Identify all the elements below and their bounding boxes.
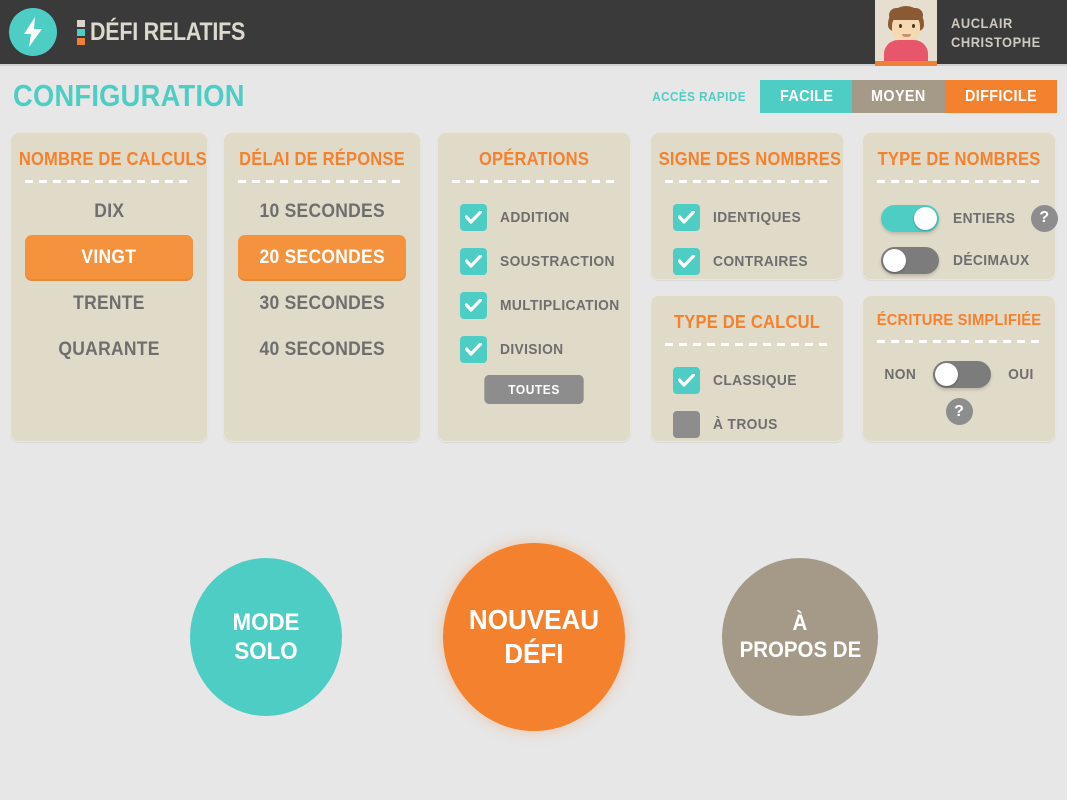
panel-title: NOMBRE DE CALCULS: [18, 149, 207, 169]
toggle-row-entiers: ENTIERS ?: [881, 197, 1058, 239]
checkbox-row-division[interactable]: DIVISION: [460, 327, 630, 371]
toggle-row-decimaux: DÉCIMAUX: [881, 239, 1055, 281]
lightning-bolt-icon: [24, 17, 42, 47]
checkbox-label: DIVISION: [500, 340, 564, 358]
panel-type-de-calcul: TYPE DE CALCUL CLASSIQUE À TROUS: [650, 295, 844, 442]
panel-title: ÉCRITURE SIMPLIFIÉE: [876, 312, 1042, 329]
toggle-entiers[interactable]: [881, 204, 939, 232]
checkbox-label: CLASSIQUE: [713, 371, 797, 389]
check-icon: [465, 254, 482, 268]
difficulty-segmented-control: FACILE MOYEN DIFFICILE: [760, 80, 1057, 113]
checkbox-multiplication[interactable]: [460, 291, 487, 319]
check-icon: [678, 373, 695, 387]
checkbox-row-identiques[interactable]: IDENTIQUES: [673, 195, 843, 239]
difficulty-moyen-button[interactable]: MOYEN: [852, 80, 945, 113]
app-root: DÉFI RELATIFS AUCLAIR CHRISTOPHE CONFIGU…: [0, 0, 1067, 800]
panel-title: TYPE DE NOMBRES: [877, 149, 1041, 169]
app-title: DÉFI RELATIFS: [90, 17, 246, 46]
user-block[interactable]: AUCLAIR CHRISTOPHE: [875, 0, 1067, 66]
check-icon: [678, 254, 695, 268]
nombre-de-calculs-options: DIX VINGT TRENTE QUARANTE: [11, 183, 207, 373]
option-20-secondes[interactable]: 20 SECONDES: [238, 235, 406, 281]
label-oui: OUI: [1008, 366, 1035, 383]
delai-de-reponse-options: 10 SECONDES 20 SECONDES 30 SECONDES 40 S…: [224, 183, 420, 373]
panel-delai-de-reponse: DÉLAI DE RÉPONSE 10 SECONDES 20 SECONDES…: [223, 132, 421, 442]
checkbox-label: CONTRAIRES: [713, 252, 808, 270]
checkbox-soustraction[interactable]: [460, 247, 487, 275]
app-header: DÉFI RELATIFS AUCLAIR CHRISTOPHE: [0, 0, 1067, 66]
checkbox-row-contraires[interactable]: CONTRAIRES: [673, 239, 843, 283]
checkbox-identiques[interactable]: [673, 203, 700, 231]
check-icon: [678, 210, 695, 224]
checkbox-row-classique[interactable]: CLASSIQUE: [673, 358, 843, 402]
title-row: CONFIGURATION ACCÈS RAPIDE FACILE MOYEN …: [0, 66, 1067, 132]
mode-solo-button[interactable]: MODE SOLO: [190, 558, 342, 716]
help-icon-ecriture-simplifiee[interactable]: ?: [945, 398, 973, 425]
checkbox-division[interactable]: [460, 335, 487, 363]
checkbox-label: IDENTIQUES: [713, 208, 802, 226]
quick-access-label: ACCÈS RAPIDE: [652, 89, 747, 104]
divider: [877, 340, 1041, 343]
difficulty-facile-button[interactable]: FACILE: [760, 80, 853, 113]
panel-type-de-nombres: TYPE DE NOMBRES ENTIERS ? DÉCIMAUX: [862, 132, 1058, 281]
select-all-operations-button[interactable]: TOUTES: [484, 375, 584, 404]
user-name: AUCLAIR CHRISTOPHE: [951, 14, 1049, 52]
page-title: CONFIGURATION: [13, 78, 245, 113]
check-icon: [465, 298, 482, 312]
option-10-secondes[interactable]: 10 SECONDES: [238, 189, 406, 235]
toggle-ecriture-simplifiee[interactable]: [933, 361, 992, 388]
toggle-label: DÉCIMAUX: [953, 251, 1030, 269]
user-first-name: CHRISTOPHE: [951, 34, 1042, 50]
panel-title: DÉLAI DE RÉPONSE: [239, 149, 405, 169]
checkbox-contraires[interactable]: [673, 247, 700, 275]
checkbox-a-trous[interactable]: [673, 410, 700, 438]
checkbox-row-multiplication[interactable]: MULTIPLICATION: [460, 283, 630, 327]
toggle-label: ENTIERS: [953, 209, 1016, 227]
panel-ecriture-simplifiee: ÉCRITURE SIMPLIFIÉE NON OUI ?: [862, 295, 1056, 442]
checkbox-row-addition[interactable]: ADDITION: [460, 195, 630, 239]
option-40-secondes[interactable]: 40 SECONDES: [238, 327, 406, 373]
avatar: [875, 0, 938, 66]
toggle-decimaux[interactable]: [881, 246, 939, 274]
a-propos-de-button[interactable]: À PROPOS DE: [722, 558, 878, 716]
label-non: NON: [884, 366, 916, 383]
checkbox-label: SOUSTRACTION: [500, 252, 615, 270]
checkbox-row-soustraction[interactable]: SOUSTRACTION: [460, 239, 630, 283]
checkbox-label: ADDITION: [500, 208, 570, 226]
panel-operations: OPÉRATIONS ADDITION SOUSTRACTION MULTIPL…: [437, 132, 631, 442]
panel-title: TYPE DE CALCUL: [673, 312, 821, 332]
difficulty-difficile-button[interactable]: DIFFICILE: [944, 80, 1057, 113]
checkbox-classique[interactable]: [673, 366, 700, 394]
checkbox-addition[interactable]: [460, 203, 487, 231]
check-icon: [465, 210, 482, 224]
check-icon: [465, 342, 482, 356]
panel-title: OPÉRATIONS: [478, 149, 590, 169]
nouveau-defi-button[interactable]: NOUVEAU DÉFI: [443, 543, 625, 731]
help-row: ?: [863, 398, 1055, 425]
toutes-wrap: TOUTES: [438, 375, 630, 404]
panel-signe-des-nombres: SIGNE DES NOMBRES IDENTIQUES CONTRAIRES: [650, 132, 844, 280]
option-vingt[interactable]: VINGT: [25, 235, 193, 281]
help-icon-entiers[interactable]: ?: [1030, 204, 1058, 232]
checkbox-label: MULTIPLICATION: [500, 296, 620, 314]
quick-access: ACCÈS RAPIDE FACILE MOYEN DIFFICILE: [647, 80, 1057, 113]
config-panels: NOMBRE DE CALCULS DIX VINGT TRENTE QUARA…: [0, 132, 1067, 452]
checkbox-row-a-trous[interactable]: À TROUS: [673, 402, 843, 446]
panel-title: SIGNE DES NOMBRES: [658, 149, 842, 169]
option-trente[interactable]: TRENTE: [25, 281, 193, 327]
user-last-name: AUCLAIR: [951, 15, 1014, 32]
signe-des-nombres-checkbox-list: IDENTIQUES CONTRAIRES: [651, 183, 843, 283]
type-de-calcul-checkbox-list: CLASSIQUE À TROUS: [651, 346, 843, 446]
option-quarante[interactable]: QUARANTE: [25, 327, 193, 373]
logo-squares-icon: [77, 19, 85, 45]
ecriture-simplifiee-row: NON OUI: [863, 361, 1055, 388]
checkbox-label: À TROUS: [713, 415, 778, 433]
logo-badge[interactable]: [9, 8, 57, 56]
operations-checkbox-list: ADDITION SOUSTRACTION MULTIPLICATION DIV…: [438, 183, 630, 371]
option-30-secondes[interactable]: 30 SECONDES: [238, 281, 406, 327]
type-de-nombres-toggle-list: ENTIERS ? DÉCIMAUX: [863, 183, 1058, 281]
option-dix[interactable]: DIX: [25, 189, 193, 235]
panel-nombre-de-calculs: NOMBRE DE CALCULS DIX VINGT TRENTE QUARA…: [10, 132, 208, 442]
